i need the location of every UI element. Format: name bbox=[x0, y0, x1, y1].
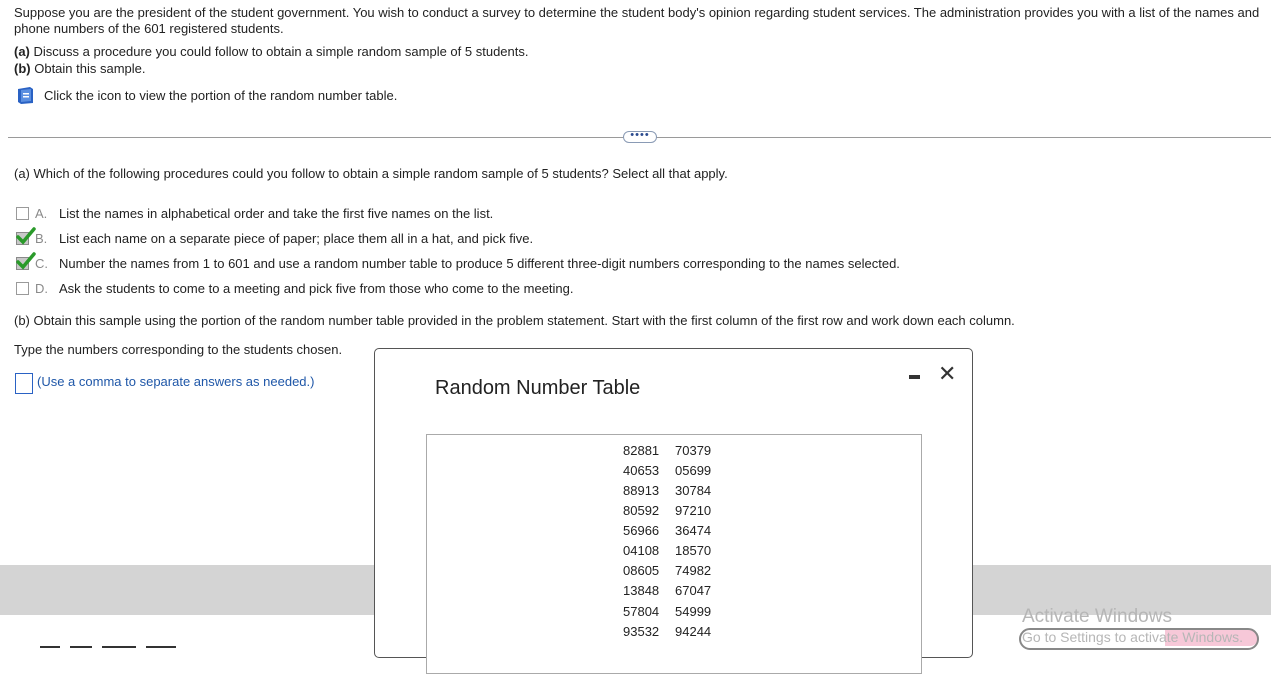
type-prompt: Type the numbers corresponding to the st… bbox=[14, 342, 343, 357]
table-cell: 70379 bbox=[675, 443, 712, 458]
option-b[interactable]: B. List each name on a separate piece of… bbox=[16, 226, 534, 247]
table-cell: 80592 bbox=[623, 503, 660, 518]
book-icon[interactable] bbox=[16, 86, 35, 105]
option-d-text: Ask the students to come to a meeting an… bbox=[59, 280, 574, 296]
question-b-label: (b) bbox=[14, 313, 30, 328]
intro-part-a: (a) Discuss a procedure you could follow… bbox=[14, 43, 529, 60]
table-cell: 67047 bbox=[675, 583, 712, 598]
table-row: 80592 97210 bbox=[623, 503, 727, 518]
expand-more-button[interactable]: •••• bbox=[623, 130, 657, 143]
random-number-table: 82881 70379 40653 05699 88913 30784 80592 97… bbox=[426, 434, 922, 674]
dialog-title: Random Number Table bbox=[435, 377, 641, 399]
watermark-subtitle: Go to Settings to activate Windows. bbox=[1022, 629, 1243, 645]
option-c-letter: C. bbox=[35, 255, 48, 271]
table-row: 82881 70379 bbox=[623, 443, 727, 458]
problem-statement: Suppose you are the president of the stu… bbox=[14, 5, 1264, 37]
option-a[interactable]: A. List the names in alphabetical order … bbox=[16, 204, 493, 222]
checkmark-icon bbox=[16, 226, 36, 245]
table-cell: 36474 bbox=[675, 523, 712, 538]
question-b-text: Obtain this sample using the portion of … bbox=[29, 313, 1015, 328]
option-d-checkbox[interactable] bbox=[16, 281, 29, 295]
option-b-letter: B. bbox=[35, 230, 48, 246]
table-cell: 54999 bbox=[675, 604, 712, 619]
table-row: 08605 74982 bbox=[623, 563, 727, 578]
table-cell: 56966 bbox=[623, 523, 660, 538]
table-cell: 40653 bbox=[623, 463, 660, 478]
answer-hint: (Use a comma to separate answers as need… bbox=[37, 374, 315, 389]
table-cell: 82881 bbox=[623, 443, 660, 458]
part-b-text: Obtain this sample. bbox=[30, 61, 146, 76]
table-cell: 04108 bbox=[623, 543, 660, 558]
option-b-text: List each name on a separate piece of pa… bbox=[59, 230, 534, 246]
table-cell: 30784 bbox=[675, 483, 712, 498]
table-cell: 18570 bbox=[675, 543, 712, 558]
watermark-title: Activate Windows bbox=[1022, 606, 1172, 627]
table-cell: 05699 bbox=[675, 463, 712, 478]
random-table-link-row: Click the icon to view the portion of th… bbox=[16, 86, 397, 105]
intro-part-b: (b) Obtain this sample. bbox=[14, 60, 146, 77]
table-cell: 08605 bbox=[623, 563, 660, 578]
option-b-checkbox[interactable] bbox=[16, 226, 36, 245]
question-a: (a) Which of the following procedures co… bbox=[14, 166, 728, 181]
table-row: 40653 05699 bbox=[623, 463, 727, 478]
option-d[interactable]: D. Ask the students to come to a meeting… bbox=[16, 279, 574, 297]
question-a-text: Which of the following procedures could … bbox=[29, 166, 728, 181]
minimize-icon[interactable] bbox=[909, 363, 923, 383]
random-number-table-dialog: Random Number Table ✕ 82881 70379 40653 05… bbox=[374, 348, 973, 674]
option-d-letter: D. bbox=[35, 280, 48, 296]
part-a-label: (a) bbox=[14, 44, 30, 59]
table-row: 56966 36474 bbox=[623, 523, 727, 538]
table-cell: 97210 bbox=[675, 503, 712, 518]
answer-input[interactable] bbox=[15, 373, 33, 394]
part-a-text: Discuss a procedure you could follow to … bbox=[29, 44, 529, 59]
table-row: 93532 94244 bbox=[623, 624, 727, 639]
table-row: 57804 54999 bbox=[623, 604, 727, 619]
problem-text-line-1: Suppose you are the president of the stu… bbox=[14, 5, 1260, 20]
icon-instruction: Click the icon to view the portion of th… bbox=[44, 88, 398, 103]
question-a-label: (a) bbox=[14, 166, 30, 181]
option-a-text: List the names in alphabetical order and… bbox=[59, 205, 494, 221]
table-cell: 57804 bbox=[623, 604, 660, 619]
option-c-checkbox[interactable] bbox=[16, 251, 36, 270]
table-cell: 13848 bbox=[623, 583, 660, 598]
part-b-label: (b) bbox=[14, 61, 31, 76]
checkmark-icon bbox=[16, 251, 36, 270]
table-cell: 74982 bbox=[675, 563, 712, 578]
close-icon[interactable]: ✕ bbox=[938, 363, 956, 385]
option-c-text: Number the names from 1 to 601 and use a… bbox=[59, 255, 900, 271]
question-b: (b) Obtain this sample using the portion… bbox=[14, 313, 1015, 328]
table-row: 88913 30784 bbox=[623, 483, 727, 498]
table-row: 13848 67047 bbox=[623, 583, 727, 598]
option-a-letter: A. bbox=[35, 205, 48, 221]
table-cell: 93532 bbox=[623, 624, 660, 639]
table-row: 04108 18570 bbox=[623, 543, 727, 558]
option-c[interactable]: C. Number the names from 1 to 601 and us… bbox=[16, 251, 900, 272]
table-cell: 88913 bbox=[623, 483, 660, 498]
problem-text-line-2: phone numbers of the 601 registered stud… bbox=[14, 21, 284, 36]
table-cell: 94244 bbox=[675, 624, 712, 639]
option-a-checkbox[interactable] bbox=[16, 206, 29, 220]
footer-text-fragment bbox=[40, 636, 220, 648]
